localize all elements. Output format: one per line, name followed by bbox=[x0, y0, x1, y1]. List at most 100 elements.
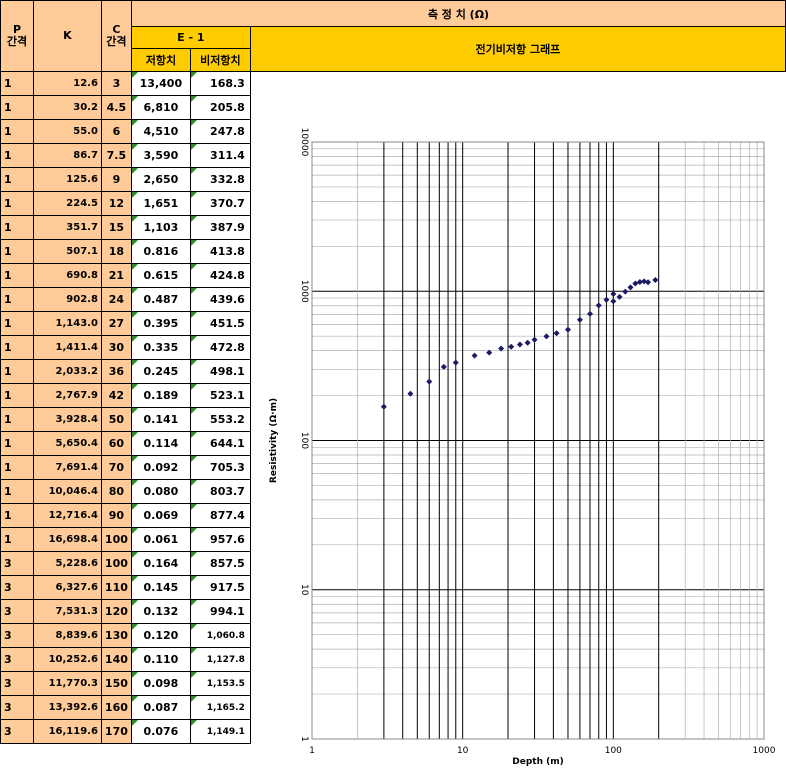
row-p: 3 bbox=[0, 671, 34, 696]
row-k: 5,228.6 bbox=[32, 551, 102, 576]
x-tick-label: 10 bbox=[457, 746, 469, 756]
row-c: 140 bbox=[100, 647, 132, 672]
row-k: 507.1 bbox=[32, 239, 102, 264]
row-resist: 0.076 bbox=[130, 719, 191, 744]
row-c: 21 bbox=[100, 263, 132, 288]
row-app-resist: 451.5 bbox=[189, 311, 251, 336]
row-c: 100 bbox=[100, 527, 132, 552]
chart-grid bbox=[311, 141, 765, 740]
row-app-resist: 644.1 bbox=[189, 431, 251, 456]
row-p: 1 bbox=[0, 479, 34, 504]
row-app-resist: 247.8 bbox=[189, 119, 251, 144]
row-resist: 0.061 bbox=[130, 527, 191, 552]
row-c: 90 bbox=[100, 503, 132, 528]
row-resist: 0.120 bbox=[130, 623, 191, 648]
data-point bbox=[543, 333, 550, 340]
row-app-resist: 168.3 bbox=[189, 71, 251, 96]
graph-title: 전기비저항 그래프 bbox=[249, 26, 786, 72]
row-c: 30 bbox=[100, 335, 132, 360]
row-k: 86.7 bbox=[32, 143, 102, 168]
data-point bbox=[652, 276, 659, 283]
row-c: 110 bbox=[100, 575, 132, 600]
row-app-resist: 1,153.5 bbox=[189, 671, 251, 696]
row-p: 1 bbox=[0, 119, 34, 144]
row-p: 1 bbox=[0, 455, 34, 480]
row-resist: 0.189 bbox=[130, 383, 191, 408]
row-c: 120 bbox=[100, 599, 132, 624]
row-p: 1 bbox=[0, 143, 34, 168]
row-k: 125.6 bbox=[32, 167, 102, 192]
data-point bbox=[426, 378, 433, 385]
data-point bbox=[632, 280, 639, 287]
data-point bbox=[531, 336, 538, 343]
k-header: K bbox=[32, 0, 102, 72]
row-k: 3,928.4 bbox=[32, 407, 102, 432]
row-k: 13,392.6 bbox=[32, 695, 102, 720]
data-point bbox=[516, 341, 523, 348]
row-resist: 0.114 bbox=[130, 431, 191, 456]
row-c: 24 bbox=[100, 287, 132, 312]
data-point bbox=[471, 352, 478, 359]
row-k: 10,046.4 bbox=[32, 479, 102, 504]
row-resist: 6,810 bbox=[130, 95, 191, 120]
row-app-resist: 917.5 bbox=[189, 575, 251, 600]
row-resist: 0.164 bbox=[130, 551, 191, 576]
chart-points bbox=[380, 276, 659, 410]
row-resist: 0.145 bbox=[130, 575, 191, 600]
row-resist: 0.132 bbox=[130, 599, 191, 624]
e-header: E - 1 bbox=[130, 26, 251, 49]
row-c: 100 bbox=[100, 551, 132, 576]
row-p: 1 bbox=[0, 311, 34, 336]
x-tick-label: 1000 bbox=[753, 746, 776, 756]
y-tick-label: 100 bbox=[299, 432, 309, 449]
data-point bbox=[508, 343, 515, 350]
row-k: 16,119.6 bbox=[32, 719, 102, 744]
row-p: 1 bbox=[0, 383, 34, 408]
resistivity-chart: 1 10 100 1000 1 10 100 1000 10000 Depth (m) Resi… bbox=[269, 128, 776, 767]
row-resist: 0.395 bbox=[130, 311, 191, 336]
row-p: 1 bbox=[0, 191, 34, 216]
y-tick-label: 1000 bbox=[299, 280, 309, 303]
row-p: 1 bbox=[0, 239, 34, 264]
row-p: 1 bbox=[0, 263, 34, 288]
row-app-resist: 205.8 bbox=[189, 95, 251, 120]
row-c: 15 bbox=[100, 215, 132, 240]
row-resist: 0.141 bbox=[130, 407, 191, 432]
row-app-resist: 994.1 bbox=[189, 599, 251, 624]
x-tick-label: 1 bbox=[309, 746, 315, 756]
row-app-resist: 1,165.2 bbox=[189, 695, 251, 720]
measure-title: 측 정 치 (Ω) bbox=[130, 0, 786, 27]
row-p: 3 bbox=[0, 599, 34, 624]
row-c: 170 bbox=[100, 719, 132, 744]
resist-header-label: 저항치 bbox=[145, 54, 177, 67]
row-resist: 0.816 bbox=[130, 239, 191, 264]
row-resist: 0.098 bbox=[130, 671, 191, 696]
row-k: 1,143.0 bbox=[32, 311, 102, 336]
row-p: 3 bbox=[0, 623, 34, 648]
row-app-resist: 553.2 bbox=[189, 407, 251, 432]
row-p: 3 bbox=[0, 575, 34, 600]
row-app-resist: 877.4 bbox=[189, 503, 251, 528]
row-resist: 3,590 bbox=[130, 143, 191, 168]
row-k: 12.6 bbox=[32, 71, 102, 96]
row-resist: 2,650 bbox=[130, 167, 191, 192]
row-resist: 0.335 bbox=[130, 335, 191, 360]
row-p: 1 bbox=[0, 287, 34, 312]
row-p: 3 bbox=[0, 551, 34, 576]
row-k: 7,691.4 bbox=[32, 455, 102, 480]
data-point bbox=[595, 302, 602, 309]
row-k: 5,650.4 bbox=[32, 431, 102, 456]
row-app-resist: 439.6 bbox=[189, 287, 251, 312]
app-resist-header-label: 비저항치 bbox=[200, 54, 241, 67]
row-k: 30.2 bbox=[32, 95, 102, 120]
row-p: 1 bbox=[0, 215, 34, 240]
row-p: 1 bbox=[0, 71, 34, 96]
row-app-resist: 857.5 bbox=[189, 551, 251, 576]
measure-title-label: 측 정 치 (Ω) bbox=[427, 7, 490, 21]
row-k: 10,252.6 bbox=[32, 647, 102, 672]
row-k: 690.8 bbox=[32, 263, 102, 288]
row-resist: 0.080 bbox=[130, 479, 191, 504]
row-k: 7,531.3 bbox=[32, 599, 102, 624]
app-resist-header: 비저항치 bbox=[189, 48, 251, 72]
row-resist: 0.487 bbox=[130, 287, 191, 312]
